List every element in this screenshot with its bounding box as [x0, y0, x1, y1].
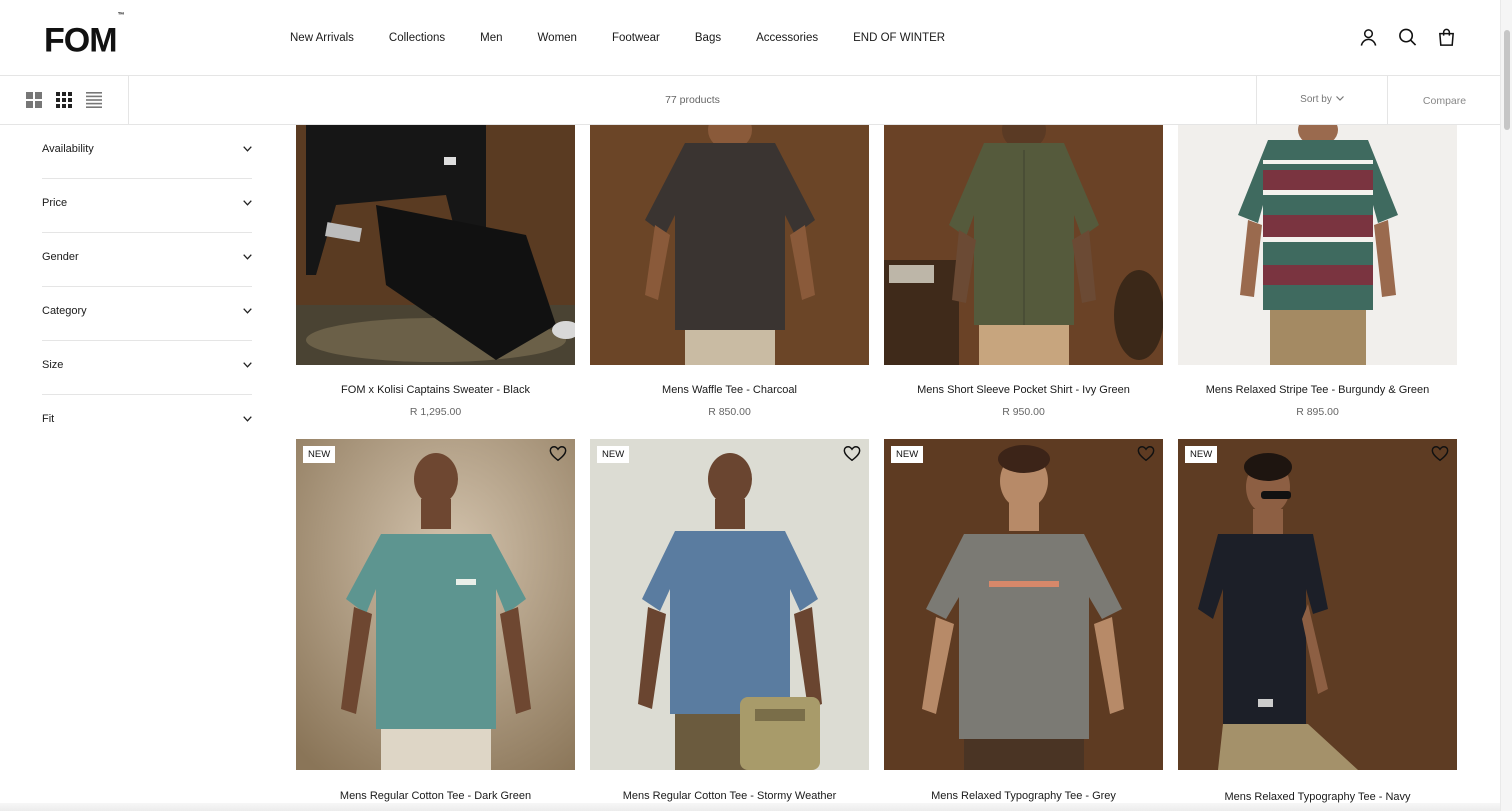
wishlist-heart-icon[interactable] — [843, 445, 861, 462]
filter-label: Category — [42, 305, 87, 317]
sort-by-dropdown[interactable]: Sort by — [1256, 76, 1388, 124]
account-icon[interactable] — [1359, 27, 1378, 47]
grid-2-icon[interactable] — [26, 92, 42, 108]
product-title[interactable]: Mens Regular Cotton Tee - Stormy Weather — [590, 790, 869, 802]
collection-toolbar: 77 products Sort by Compare — [0, 76, 1500, 125]
chevron-down-icon — [243, 308, 252, 314]
product-price: R 950.00 — [1002, 406, 1045, 418]
nav-new-arrivals[interactable]: New Arrivals — [290, 30, 354, 46]
filter-category[interactable]: Category — [42, 287, 252, 341]
nav-collections[interactable]: Collections — [389, 30, 445, 46]
filter-size[interactable]: Size — [42, 341, 252, 395]
brand-logo[interactable]: FOM™ — [44, 12, 125, 58]
filter-label: Gender — [42, 251, 79, 263]
nav-men[interactable]: Men — [480, 30, 502, 46]
product-card[interactable]: NEW Mens Regular Cotton Tee - Stormy Wea… — [590, 439, 869, 811]
nav-women[interactable]: Women — [538, 30, 577, 46]
bottom-edge — [0, 803, 1500, 811]
product-card[interactable]: Mens Relaxed Stripe Tee - Burgundy & Gre… — [1178, 125, 1457, 420]
site-header: FOM™ New Arrivals Collections Men Women … — [0, 0, 1500, 76]
product-card[interactable]: FOM x Kolisi Captains Sweater - Black R … — [296, 125, 575, 420]
filter-availability[interactable]: Availability — [42, 125, 252, 179]
product-title[interactable]: Mens Waffle Tee - Charcoal — [590, 384, 869, 396]
product-card[interactable]: Mens Short Sleeve Pocket Shirt - Ivy Gre… — [884, 125, 1163, 420]
product-image[interactable] — [1178, 125, 1457, 365]
sort-by-label: Sort by — [1300, 94, 1332, 105]
compare-button[interactable]: Compare — [1389, 76, 1500, 124]
nav-bags[interactable]: Bags — [695, 30, 721, 46]
main-nav: New Arrivals Collections Men Women Footw… — [290, 30, 980, 46]
filter-label: Size — [42, 359, 64, 371]
product-card[interactable]: NEW Mens Regular Cotton Tee - Dark Green — [296, 439, 575, 811]
filter-price[interactable]: Price — [42, 179, 252, 233]
product-price: R 895.00 — [1296, 406, 1339, 418]
wishlist-heart-icon[interactable] — [1431, 445, 1449, 462]
cart-bag-icon[interactable] — [1437, 27, 1456, 47]
product-card[interactable]: NEW Mens Relaxed Typography Tee - Navy — [1178, 439, 1457, 811]
product-image[interactable] — [296, 125, 575, 365]
product-price: R 850.00 — [708, 406, 751, 418]
product-image[interactable]: NEW — [590, 439, 869, 770]
product-price: R 1,295.00 — [409, 406, 462, 418]
search-icon[interactable] — [1398, 27, 1417, 47]
chevron-down-icon — [243, 254, 252, 260]
filter-label: Availability — [42, 143, 94, 155]
wishlist-heart-icon[interactable] — [549, 445, 567, 462]
product-count: 77 products — [665, 94, 720, 106]
list-icon[interactable] — [86, 92, 102, 108]
filter-label: Price — [42, 197, 68, 209]
nav-footwear[interactable]: Footwear — [612, 30, 660, 46]
chevron-down-icon — [243, 416, 252, 422]
new-badge: NEW — [303, 446, 336, 463]
product-title[interactable]: Mens Relaxed Typography Tee - Grey — [884, 790, 1163, 802]
product-image[interactable]: NEW — [1178, 439, 1457, 770]
product-image[interactable] — [884, 125, 1163, 365]
new-badge: NEW — [891, 446, 924, 463]
product-card[interactable]: NEW Mens Relaxed Typography Tee - Grey — [884, 439, 1163, 811]
product-image[interactable] — [590, 125, 869, 365]
nav-accessories[interactable]: Accessories — [756, 30, 818, 46]
chevron-down-icon — [243, 362, 252, 368]
header-actions — [1359, 27, 1456, 47]
product-title[interactable]: Mens Relaxed Stripe Tee - Burgundy & Gre… — [1178, 384, 1457, 396]
chevron-down-icon — [243, 146, 252, 152]
new-badge: NEW — [1185, 446, 1218, 463]
filter-gender[interactable]: Gender — [42, 233, 252, 287]
product-image[interactable]: NEW — [884, 439, 1163, 770]
grid-3-icon[interactable] — [56, 92, 72, 108]
product-title[interactable]: FOM x Kolisi Captains Sweater - Black — [296, 384, 575, 396]
filter-fit[interactable]: Fit — [42, 395, 252, 449]
page-scrollbar[interactable] — [1500, 0, 1512, 811]
chevron-down-icon — [243, 200, 252, 206]
nav-end-of-winter[interactable]: END OF WINTER — [853, 30, 945, 46]
filter-label: Fit — [42, 413, 55, 425]
product-image[interactable]: NEW — [296, 439, 575, 770]
product-title[interactable]: Mens Regular Cotton Tee - Dark Green — [296, 790, 575, 802]
scrollbar-thumb[interactable] — [1504, 30, 1510, 130]
view-switcher — [0, 76, 129, 124]
filter-sidebar: Availability Price Gender Category Size … — [42, 125, 252, 449]
wishlist-heart-icon[interactable] — [1137, 445, 1155, 462]
product-title[interactable]: Mens Short Sleeve Pocket Shirt - Ivy Gre… — [884, 384, 1163, 396]
product-title[interactable]: Mens Relaxed Typography Tee - Navy — [1178, 791, 1457, 803]
product-card[interactable]: Mens Waffle Tee - Charcoal R 850.00 — [590, 125, 869, 420]
chevron-down-icon — [1335, 95, 1344, 101]
new-badge: NEW — [597, 446, 630, 463]
